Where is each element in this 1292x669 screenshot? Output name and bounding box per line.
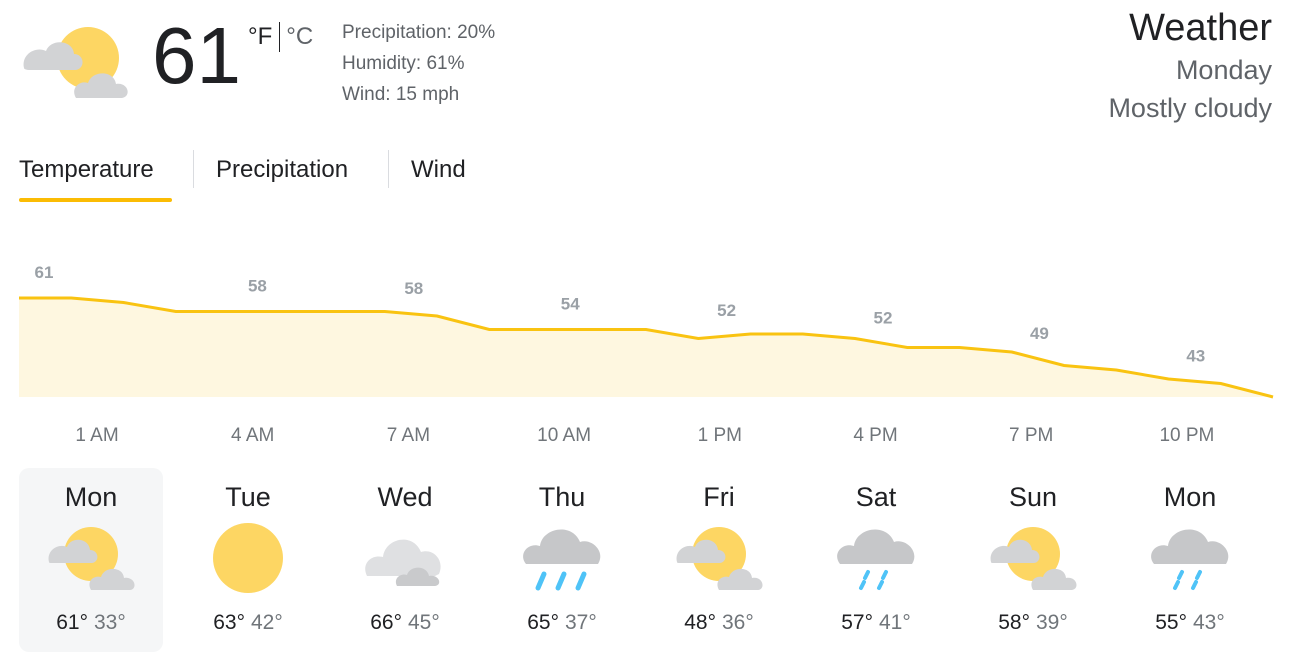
day-temperatures: 48° 36° [647,608,791,638]
showers-icon [1142,518,1238,594]
low-temp: 39° [1036,611,1068,634]
temperature-value-label: 54 [561,295,580,314]
forecast-day-fri[interactable]: Fri 48° 36° [647,468,791,652]
tab-wind[interactable]: Wind [411,150,466,206]
high-temp: 58° [998,611,1030,634]
time-label: 4 AM [231,425,274,446]
partly-cloudy-icon [18,18,134,104]
time-label: 1 AM [75,425,118,446]
time-label: 7 AM [387,425,430,446]
weather-details: Precipitation: 20% Humidity: 61% Wind: 1… [342,17,495,110]
day-temperatures: 58° 39° [961,608,1105,638]
high-temp: 63° [213,611,245,634]
showers-icon [828,518,924,594]
precipitation-text: Precipitation: 20% [342,22,496,43]
temperature-value-label: 58 [248,277,267,296]
weather-heading: Weather [1129,7,1272,49]
low-temp: 36° [722,611,754,634]
forecast-day-tue[interactable]: Tue 63° 42° [176,468,320,652]
rain-icon [514,518,610,594]
day-name: Sun [1008,482,1058,512]
forecast-day-wed[interactable]: Wed 66° 45° [333,468,477,652]
low-temp: 45° [408,611,440,634]
tab-temperature[interactable]: Temperature [19,150,172,206]
temperature-chart: 61 58 58 54 52 52 49 43 1 AM 4 AM 7 AM 10 AM 1 PM 4 P… [0,250,1292,450]
partly-cloudy-icon [985,518,1081,594]
sunny-icon [200,518,296,594]
temperature-value-label: 43 [1186,346,1205,365]
temperature-value-label: 52 [874,308,893,327]
weather-condition: Mostly cloudy [1108,93,1272,123]
partly-cloudy-icon [671,518,767,594]
cloudy-icon [357,518,453,594]
day-name: Wed [377,482,433,512]
high-temp: 66° [370,611,402,634]
time-label: 1 PM [698,425,742,446]
unit-toggle: °F °C [248,22,313,52]
high-temp: 57° [841,611,873,634]
forecast-day-thu[interactable]: Thu 65° 37° [490,468,634,652]
day-temperatures: 65° 37° [490,608,634,638]
tab-precipitation[interactable]: Precipitation [216,150,348,206]
time-label: 10 PM [1159,425,1214,446]
temperature-chart-svg: 61 58 58 54 52 52 49 43 1 AM 4 AM 7 AM 10 AM 1 PM 4 P… [19,263,1274,446]
weather-header: 61 °F °C Precipitation: 20% Humidity: 61%… [0,0,1292,130]
fahrenheit-toggle[interactable]: °F [248,23,272,50]
low-temp: 43° [1193,611,1225,634]
temperature-value-label: 49 [1030,324,1049,343]
time-label: 4 PM [853,425,897,446]
day-name: Mon [1163,482,1217,512]
low-temp: 33° [94,611,126,634]
day-name: Sat [855,482,897,512]
temperature-value-label: 58 [404,279,423,298]
day-temperatures: 66° 45° [333,608,477,638]
wind-text: Wind: 15 mph [342,84,460,105]
forecast-day-mon-next[interactable]: Mon 55° 43° [1118,468,1262,652]
tab-divider [388,150,389,188]
temperature-value-label: 61 [35,263,54,282]
day-temperatures: 61° 33° [19,608,163,638]
day-temperatures: 57° 41° [804,608,948,638]
celsius-toggle[interactable]: °C [286,23,313,50]
high-temp: 55° [1155,611,1187,634]
high-temp: 65° [527,611,559,634]
day-temperatures: 63° 42° [176,608,320,638]
unit-separator [279,22,281,52]
high-temp: 48° [684,611,716,634]
time-label: 10 AM [537,425,591,446]
humidity-text: Humidity: 61% [342,53,465,74]
day-name: Mon [64,482,118,512]
low-temp: 37° [565,611,597,634]
tab-divider [193,150,194,188]
forecast-day-sat[interactable]: Sat 57° 41° [804,468,948,652]
temperature-value-label: 52 [717,301,736,320]
low-temp: 41° [879,611,911,634]
low-temp: 42° [251,611,283,634]
partly-cloudy-icon [43,518,139,594]
forecast-day-sun[interactable]: Sun 58° 39° [961,468,1105,652]
day-name: Fri [703,482,735,512]
forecast-day-mon[interactable]: Mon 61° 33° [19,468,163,652]
daily-forecast: Mon 61° 33° Tue 63° 42° Wed 66° 45° Thu 65°… [19,468,1273,652]
day-name: Tue [225,482,271,512]
day-temperatures: 55° 43° [1118,608,1262,638]
current-temperature: 61 [152,11,241,100]
day-name: Thu [538,482,586,512]
weather-day: Monday [1175,55,1272,85]
weather-title: Weather Monday Mostly cloudy [1108,5,1272,127]
high-temp: 61° [56,611,88,634]
time-label: 7 PM [1009,425,1053,446]
